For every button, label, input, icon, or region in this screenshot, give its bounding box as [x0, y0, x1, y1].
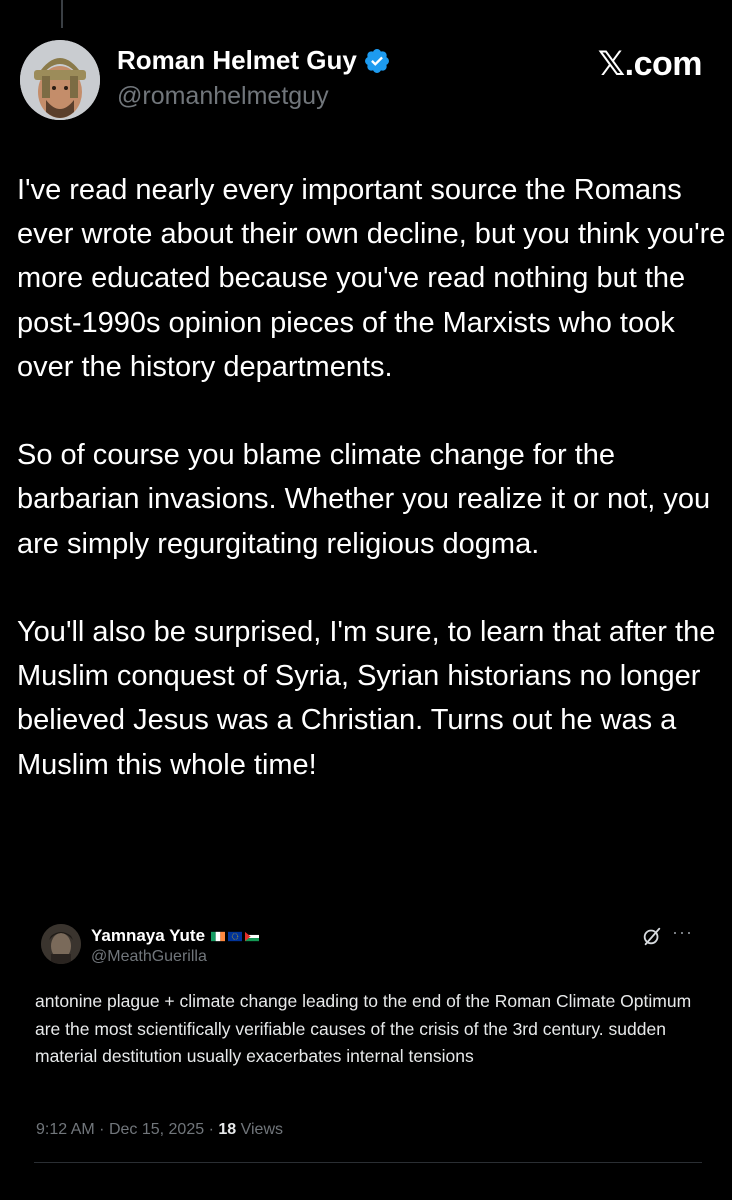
quoted-author-avatar[interactable]: [41, 924, 81, 964]
meta-separator: ·: [208, 1121, 214, 1138]
post-paragraph: You'll also be surprised, I'm sure, to l…: [17, 616, 716, 781]
meta-separator: ·: [99, 1121, 105, 1138]
divider: [34, 1162, 702, 1163]
ireland-flag-icon: [211, 931, 226, 941]
quoted-post-card[interactable]: Yamnaya Yute @MeathGuerilla ··· antonine…: [17, 906, 715, 1146]
grok-icon[interactable]: [641, 925, 663, 947]
x-com-logo: 𝕏.com: [597, 45, 703, 83]
author-name[interactable]: Roman Helmet Guy: [117, 45, 391, 76]
post-text: I've read nearly every important source …: [17, 168, 727, 787]
quoted-post-views-label: Views: [240, 1121, 283, 1138]
eu-flag-icon: [228, 931, 243, 941]
palestine-flag-icon: [245, 931, 260, 941]
author-handle[interactable]: @romanhelmetguy: [117, 82, 329, 111]
quoted-post-meta: 9:12 AM · Dec 15, 2025 · 18 Views: [36, 1121, 283, 1139]
thread-connector-line: [61, 0, 63, 28]
verified-badge-icon: [364, 48, 389, 73]
quoted-post-views-count: 18: [218, 1121, 237, 1138]
quoted-author-name-row[interactable]: Yamnaya Yute: [91, 926, 260, 946]
author-name-text[interactable]: Roman Helmet Guy: [117, 45, 357, 76]
quoted-author-name[interactable]: Yamnaya Yute: [91, 926, 205, 946]
more-options-icon[interactable]: ···: [672, 922, 693, 943]
author-avatar[interactable]: [20, 40, 100, 120]
quoted-author-handle[interactable]: @MeathGuerilla: [91, 948, 207, 966]
quoted-post-date[interactable]: Dec 15, 2025: [109, 1121, 204, 1138]
quoted-post-time: 9:12 AM: [36, 1121, 95, 1138]
post-paragraph: I've read nearly every important source …: [17, 174, 726, 383]
post-paragraph: So of course you blame climate change fo…: [17, 439, 711, 560]
quoted-post-text: antonine plague + climate change leading…: [35, 991, 692, 1067]
